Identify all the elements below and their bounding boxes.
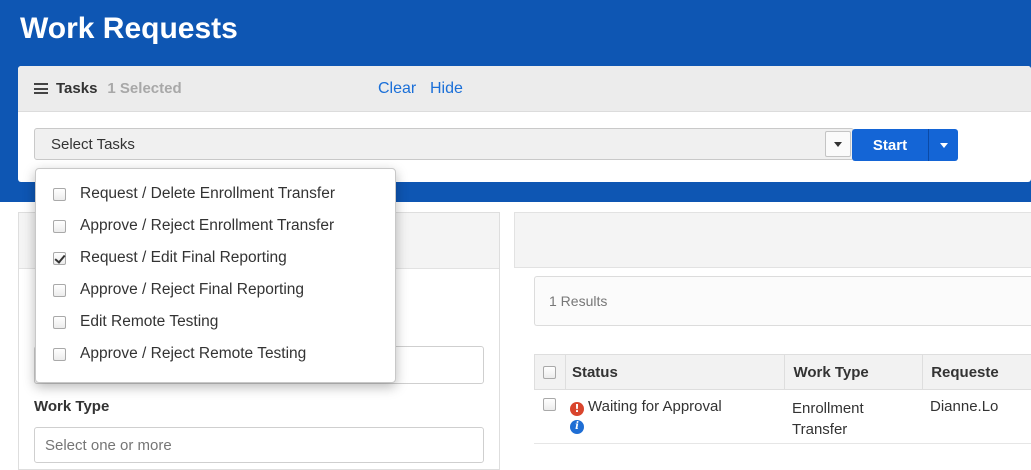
option-checkbox[interactable] — [53, 219, 66, 233]
work-type-line2: Transfer — [792, 421, 848, 438]
option-label: Request / Edit Final Reporting — [80, 249, 287, 266]
work-type-line1: Enrollment — [792, 400, 864, 417]
results-count-bar: 1 Results — [534, 276, 1031, 326]
option-label: Approve / Reject Final Reporting — [80, 281, 305, 298]
list-icon — [34, 83, 48, 94]
page-title: Work Requests — [20, 12, 238, 45]
option-label: Approve / Reject Remote Testing — [80, 345, 307, 362]
tasks-dropdown-menu: Request / Delete Enrollment Transfer App… — [35, 168, 396, 383]
tasks-panel: Tasks 1 Selected Select Tasks Start — [18, 66, 1031, 182]
select-tasks-toggle[interactable] — [825, 131, 851, 157]
dropdown-option[interactable]: Request / Delete Enrollment Transfer — [36, 178, 395, 210]
clear-filters-link[interactable]: Clear — [378, 80, 416, 98]
status-text: Waiting for Approval — [588, 398, 722, 415]
option-checkbox[interactable] — [53, 283, 66, 297]
table-row[interactable]: ! Waiting for Approval i Enrollment Trans… — [534, 390, 1031, 444]
work-type-input[interactable] — [34, 427, 484, 463]
chevron-down-icon — [939, 142, 948, 148]
option-checkbox[interactable] — [53, 315, 66, 329]
dropdown-option[interactable]: Approve / Reject Final Reporting — [36, 274, 395, 306]
option-label: Request / Delete Enrollment Transfer — [80, 185, 336, 202]
chevron-down-icon — [834, 141, 842, 147]
dropdown-option[interactable]: Approve / Reject Remote Testing — [36, 338, 395, 370]
dropdown-option[interactable]: Edit Remote Testing — [36, 306, 395, 338]
start-options-toggle[interactable] — [928, 129, 958, 161]
alert-icon: ! — [570, 401, 584, 416]
tasks-selected-count: 1 Selected — [107, 80, 182, 97]
work-type-label: Work Type — [34, 398, 110, 415]
column-work-type[interactable]: Work Type — [784, 355, 922, 389]
option-label: Edit Remote Testing — [80, 313, 219, 330]
column-requester[interactable]: Requeste — [922, 355, 1031, 389]
requester-cell: Dianne.Lo — [930, 398, 999, 415]
results-table: Status Work Type Requeste ! Waiting for A… — [534, 354, 1031, 444]
option-checkbox[interactable] — [53, 187, 66, 201]
info-icon[interactable]: i — [570, 419, 584, 434]
tasks-panel-header: Tasks 1 Selected — [18, 66, 1031, 112]
dropdown-option[interactable]: Request / Edit Final Reporting — [36, 242, 395, 274]
select-all-checkbox[interactable] — [543, 365, 557, 379]
option-label: Approve / Reject Enrollment Transfer — [80, 217, 335, 234]
option-checkbox[interactable] — [53, 251, 66, 265]
table-header: Status Work Type Requeste — [534, 354, 1031, 390]
select-tasks-dropdown[interactable]: Select Tasks — [34, 128, 854, 160]
select-tasks-text: Select Tasks — [51, 135, 135, 153]
hide-filters-link[interactable]: Hide — [430, 80, 463, 98]
row-checkbox[interactable] — [542, 398, 556, 411]
tasks-title: Tasks — [56, 80, 98, 97]
start-split-button: Start — [852, 129, 964, 161]
work-type-cell: Enrollment Transfer — [784, 398, 922, 440]
results-card-header — [514, 212, 1031, 268]
option-checkbox[interactable] — [53, 347, 66, 361]
status-cell: ! Waiting for Approval i — [564, 398, 784, 434]
start-button[interactable]: Start — [852, 129, 928, 161]
dropdown-option[interactable]: Approve / Reject Enrollment Transfer — [36, 210, 395, 242]
column-status[interactable]: Status — [564, 355, 785, 389]
results-count: 1 Results — [549, 293, 608, 309]
